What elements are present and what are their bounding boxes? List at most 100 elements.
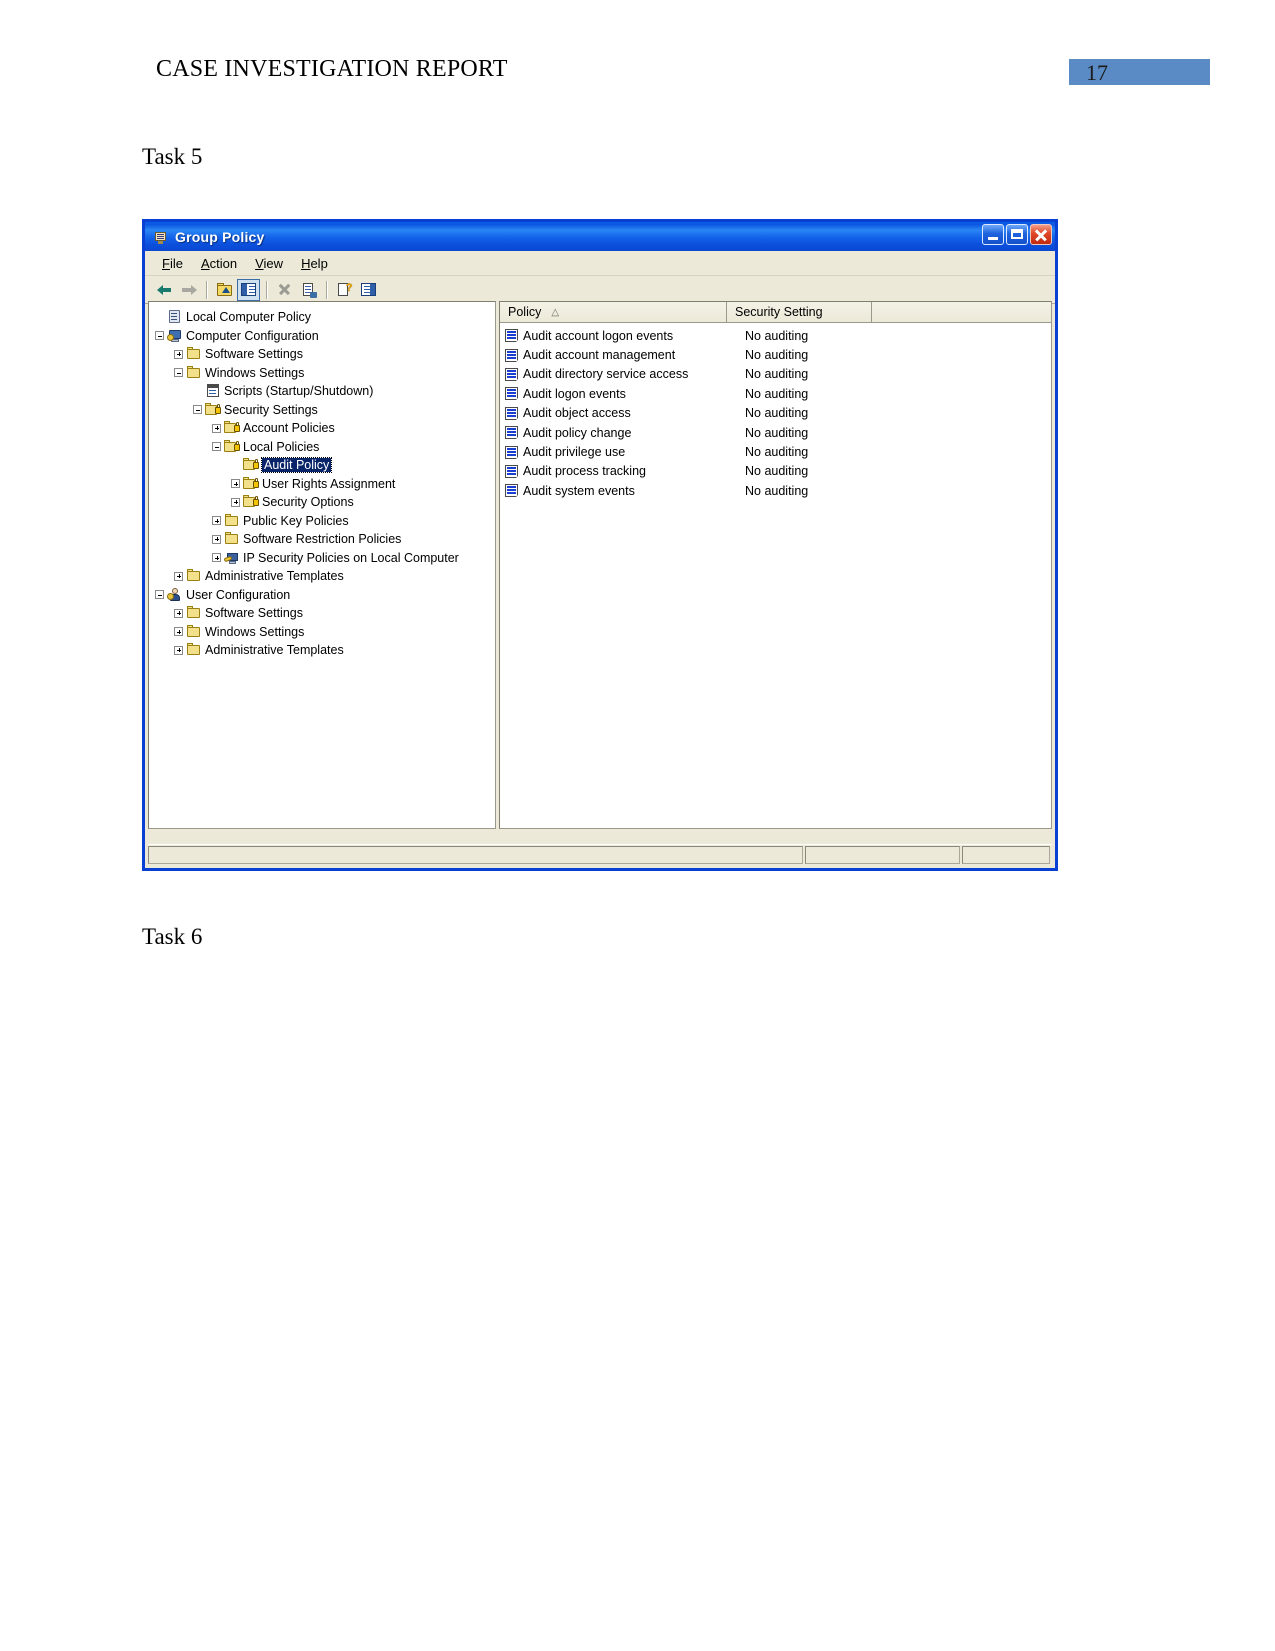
policy-list: Audit account logon events No auditing Aud… (500, 323, 1051, 501)
tree-item-user-configuration[interactable]: User Configuration (155, 586, 495, 605)
tree-item-software-restriction-policies[interactable]: Software Restriction Policies (155, 530, 495, 549)
policy-name: Audit privilege use (523, 445, 626, 460)
column-header-security-setting-label: Security Setting (735, 305, 823, 319)
tree-item-security-options[interactable]: Security Options (155, 493, 495, 512)
menu-bar: File Action View Help (145, 251, 1055, 276)
lock-folder-icon (224, 439, 240, 454)
tree-item-label: User Rights Assignment (262, 476, 396, 491)
status-pane-1 (148, 846, 803, 864)
policy-name: Audit logon events (523, 386, 626, 401)
tree-item-computer-configuration[interactable]: Computer Configuration (155, 327, 495, 346)
tree-item-administrative-templates[interactable]: Administrative Templates (155, 641, 495, 660)
delete-icon[interactable] (273, 279, 296, 301)
column-header-filler[interactable] (872, 302, 1051, 322)
show-hide-tree-icon[interactable] (237, 278, 260, 301)
close-button[interactable] (1030, 224, 1052, 245)
tree-item-public-key-policies[interactable]: Public Key Policies (155, 512, 495, 531)
expand-plus-icon[interactable] (231, 479, 240, 489)
expand-plus-icon[interactable] (174, 349, 183, 359)
collapse-minus-icon[interactable] (174, 368, 183, 378)
page-number: 17 (1086, 60, 1108, 85)
menu-item-file[interactable]: File (154, 254, 193, 273)
expand-plus-icon[interactable] (212, 534, 221, 544)
collapse-minus-icon[interactable] (155, 590, 164, 600)
tree-item-ip-security-policies-on-local-computer[interactable]: IP Security Policies on Local Computer (155, 549, 495, 568)
policy-name: Audit process tracking (523, 464, 646, 479)
tree-item-security-settings[interactable]: Security Settings (155, 401, 495, 420)
tree-item-user-rights-assignment[interactable]: User Rights Assignment (155, 475, 495, 494)
expand-plus-icon[interactable] (212, 423, 221, 433)
table-row[interactable]: Audit system events No auditing (500, 481, 1051, 500)
menu-item-view[interactable]: View (247, 254, 293, 273)
policy-name: Audit policy change (523, 425, 632, 440)
table-row[interactable]: Audit object access No auditing (500, 404, 1051, 423)
export-list-icon[interactable] (357, 279, 380, 301)
minimize-button[interactable] (982, 224, 1004, 245)
forward-arrow-icon[interactable] (177, 279, 200, 301)
menu-file-rest: ile (169, 255, 183, 271)
audit-policy-icon (505, 426, 520, 440)
table-row[interactable]: Audit privilege use No auditing (500, 442, 1051, 461)
column-header-security-setting[interactable]: Security Setting (727, 302, 872, 322)
tree-item-software-settings[interactable]: Software Settings (155, 604, 495, 623)
console-tree-pane[interactable]: Local Computer Policy Computer Configurat… (148, 301, 496, 829)
script-icon (205, 384, 221, 398)
window-title-bar[interactable]: Group Policy (142, 219, 1058, 251)
properties-icon[interactable] (297, 279, 320, 301)
tree-item-label: Administrative Templates (205, 569, 344, 584)
tree-item-administrative-templates[interactable]: Administrative Templates (155, 567, 495, 586)
tree-item-windows-settings[interactable]: Windows Settings (155, 623, 495, 642)
folder-icon (224, 532, 240, 546)
audit-policy-icon (505, 464, 520, 478)
tree-item-label: User Configuration (186, 587, 291, 602)
collapse-minus-icon[interactable] (155, 331, 164, 341)
menu-action-rest: ction (209, 255, 238, 271)
collapse-minus-icon[interactable] (193, 405, 202, 415)
security-setting-value: No auditing (745, 406, 809, 421)
table-row[interactable]: Audit directory service access No auditin… (500, 365, 1051, 384)
policy-name: Audit account management (523, 348, 676, 363)
table-row[interactable]: Audit logon events No auditing (500, 384, 1051, 403)
lock-folder-icon (224, 421, 240, 435)
menu-item-action[interactable]: Action (193, 254, 247, 273)
tree-item-local-computer-policy[interactable]: Local Computer Policy (155, 308, 495, 327)
tree-item-label: Software Settings (205, 606, 303, 621)
status-pane-3 (962, 846, 1050, 864)
table-row[interactable]: Audit process tracking No auditing (500, 462, 1051, 481)
expand-plus-icon[interactable] (174, 608, 183, 618)
user-config-icon (167, 587, 183, 602)
audit-policy-icon (505, 329, 520, 343)
audit-policy-icon (505, 406, 520, 420)
tree-item-account-policies[interactable]: Account Policies (155, 419, 495, 438)
expand-plus-icon[interactable] (212, 553, 221, 563)
table-row[interactable]: Audit account management No auditing (500, 345, 1051, 364)
back-arrow-icon[interactable] (153, 279, 176, 301)
expand-plus-icon[interactable] (212, 516, 221, 526)
up-one-level-icon[interactable] (213, 279, 236, 301)
table-row[interactable]: Audit account logon events No auditing (500, 326, 1051, 345)
table-row[interactable]: Audit policy change No auditing (500, 423, 1051, 442)
tree-item-scripts-startup-shutdown[interactable]: Scripts (Startup/Shutdown) (155, 382, 495, 401)
audit-policy-icon (505, 348, 520, 362)
column-header-policy[interactable]: Policy △ (500, 302, 727, 322)
expand-plus-icon[interactable] (174, 627, 183, 637)
maximize-button[interactable] (1006, 224, 1028, 245)
toolbar-separator-2 (266, 280, 268, 299)
expand-plus-icon[interactable] (174, 571, 183, 581)
tree-item-audit-policy[interactable]: Audit Policy (155, 456, 495, 475)
ip-security-icon (223, 551, 240, 565)
tree-item-local-policies[interactable]: Local Policies (155, 438, 495, 457)
task-6-label: Task 6 (142, 924, 203, 949)
tree-item-windows-settings[interactable]: Windows Settings (155, 364, 495, 383)
expand-plus-icon[interactable] (174, 645, 183, 655)
tree-item-software-settings[interactable]: Software Settings (155, 345, 495, 364)
tree-item-label: Local Policies (243, 439, 320, 454)
collapse-minus-icon[interactable] (212, 442, 221, 452)
help-icon[interactable]: ? (333, 279, 356, 301)
expand-plus-icon[interactable] (231, 497, 240, 507)
folder-icon (186, 643, 202, 657)
security-setting-value: No auditing (745, 483, 809, 498)
audit-policy-icon (505, 484, 520, 498)
menu-item-help[interactable]: Help (293, 254, 338, 273)
policy-list-pane[interactable]: Policy △ Security Setting Audit account … (499, 301, 1052, 829)
